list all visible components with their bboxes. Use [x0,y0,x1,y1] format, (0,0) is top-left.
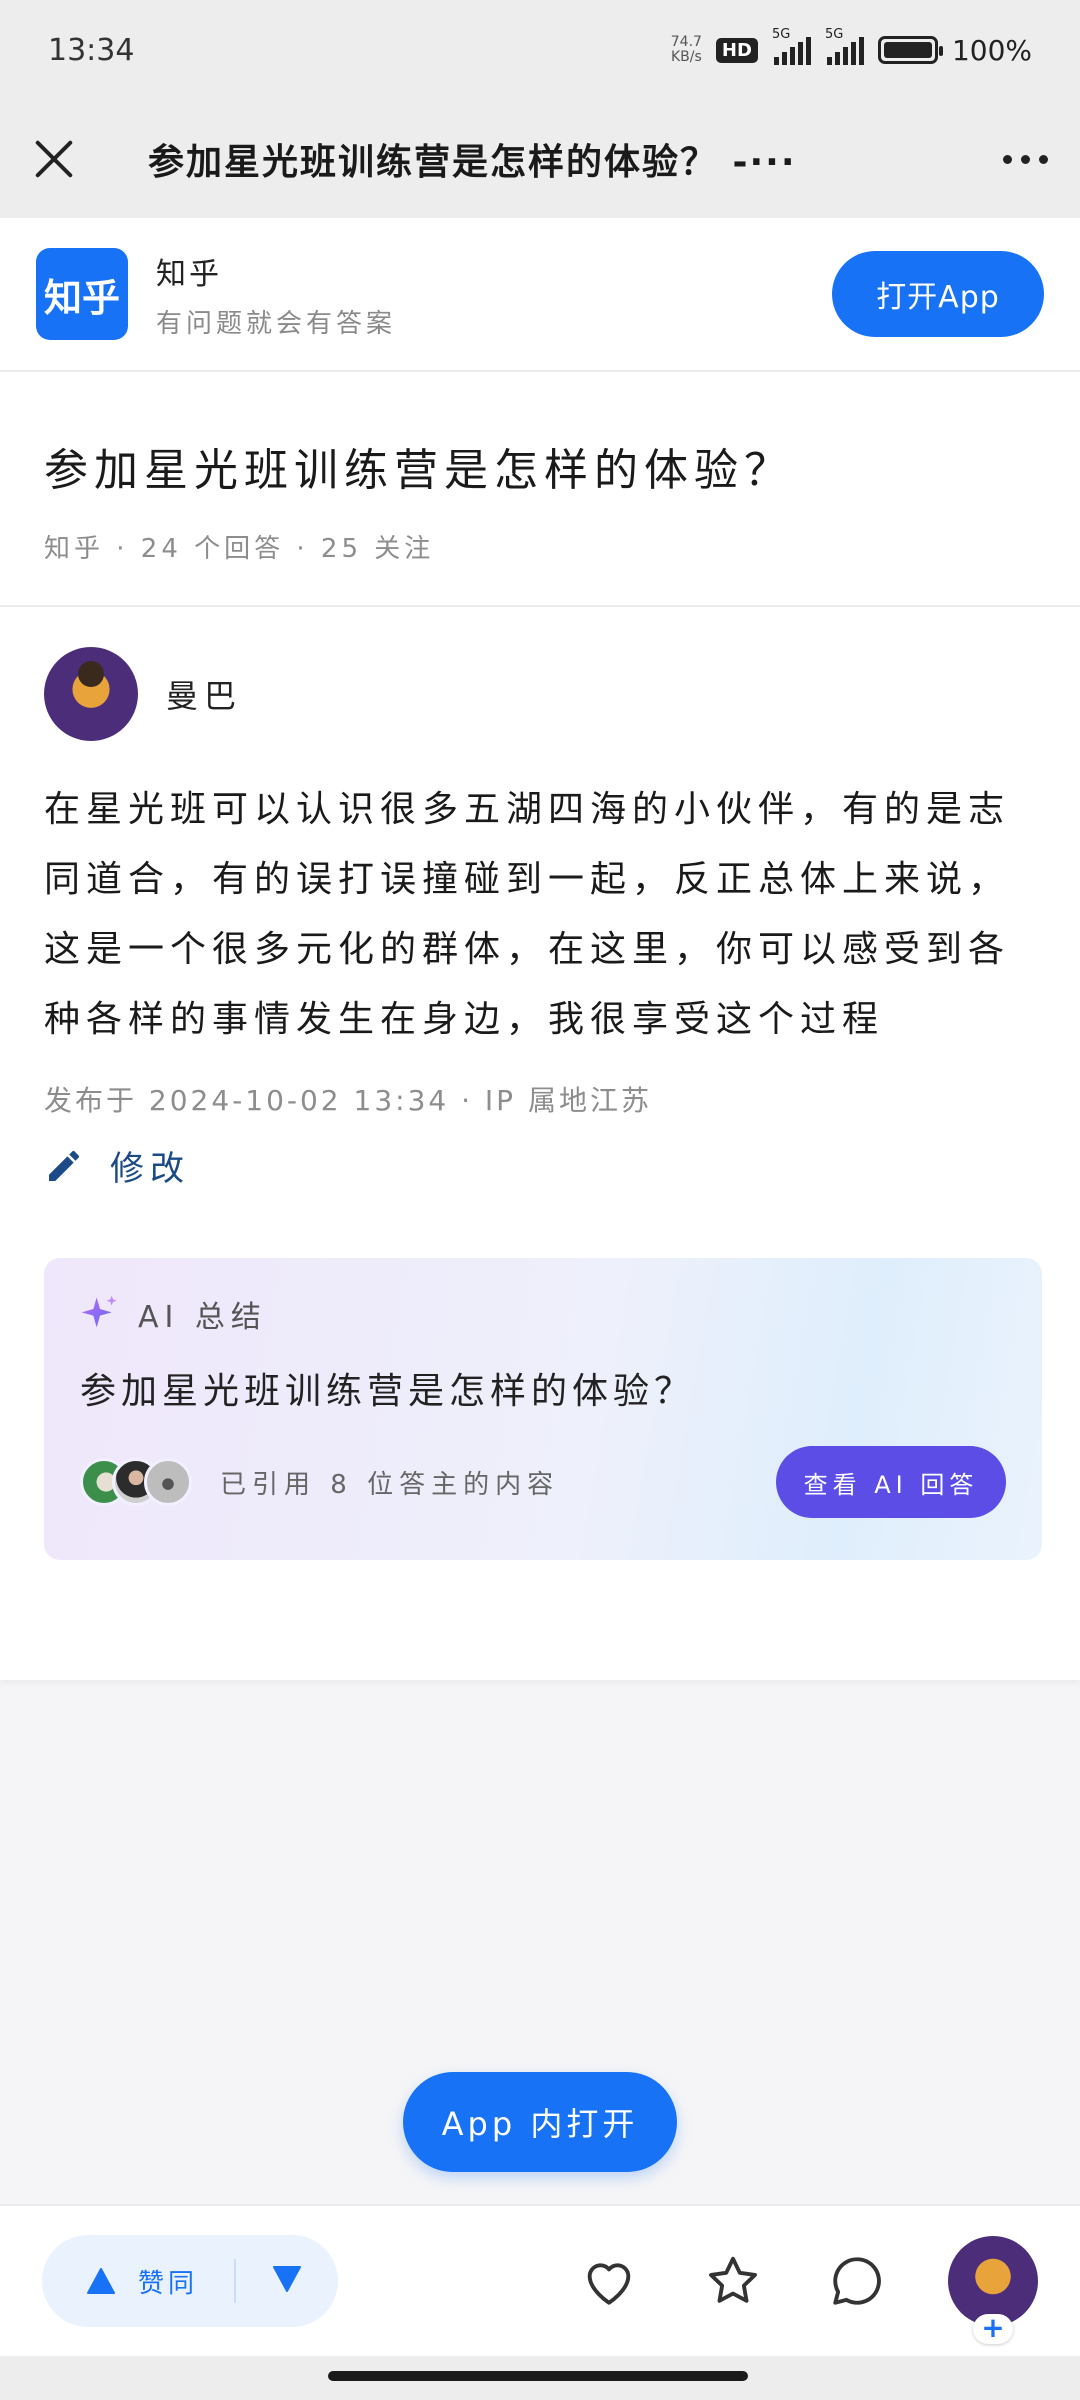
vote-up-icon [87,2268,115,2294]
status-bar: 13:34 74.7 KB/s HD 5G 5G 100% [0,0,1080,100]
author-row[interactable]: 曼巴 [44,647,1036,741]
vote-divider [234,2259,237,2303]
network-speed: 74.7 KB/s [670,34,702,65]
gesture-area [0,2356,1080,2400]
ai-citation-text: 已引用 8 位答主的内容 [220,1469,560,1500]
app-banner: 知乎 知乎 有问题就会有答案 打开App [0,218,1080,372]
vote-up-button[interactable]: 赞同 [86,2263,198,2300]
avatar [144,1458,192,1506]
publish-info: 发布于 2024-10-02 13:34 · IP 属地江苏 [44,1084,652,1117]
comment-icon[interactable] [828,2252,886,2310]
battery-icon [877,36,943,64]
view-ai-answer-button[interactable]: 查看 AI 回答 [776,1446,1006,1518]
home-indicator[interactable] [328,2371,748,2381]
vote-pill: 赞同 [42,2235,338,2327]
signal-icon: 5G [772,27,811,65]
bottom-action-bar: 赞同 + [0,2204,1080,2356]
question-title[interactable]: 参加星光班训练营是怎样的体验？ [44,434,1036,498]
answer-card: 曼巴 在星光班可以认识很多五湖四海的小伙伴，有的是志同道合，有的误打误撞碰到一起… [0,607,1080,1680]
hd-badge: HD [715,37,758,63]
banner-slogan: 有问题就会有答案 [156,308,397,339]
vote-up-label: 赞同 [138,2268,199,2299]
close-icon[interactable] [32,137,76,181]
avatar[interactable]: + [948,2236,1038,2344]
ai-summary-question: 参加星光班训练营是怎样的体验？ [80,1371,696,1412]
avatar[interactable] [44,647,138,741]
vote-down-button[interactable] [272,2265,302,2297]
signal-icon-2: 5G [825,27,864,65]
status-icons: 74.7 KB/s HD 5G 5G 100% [670,27,1032,67]
cited-avatars [80,1458,192,1506]
sparkle-icon [81,1295,117,1328]
title-bar: 参加星光班训练营是怎样的体验？ -··· [0,100,1080,218]
status-time: 13:34 [48,32,135,68]
question-card[interactable]: 参加星光班训练营是怎样的体验？ 知乎 · 24 个回答 · 25 关注 [0,372,1080,607]
star-icon[interactable] [704,2252,762,2310]
battery-percent: 100% [951,33,1032,67]
open-in-app-button[interactable]: App 内打开 [403,2072,677,2172]
edit-button[interactable]: 修改 [44,1141,1036,1190]
page-title: 参加星光班训练营是怎样的体验？ -··· [148,142,797,183]
ai-summary-card[interactable]: AI 总结 参加星光班训练营是怎样的体验？ 已引用 8 位答主的内容 查看 AI… [44,1258,1042,1560]
open-app-button[interactable]: 打开App [832,251,1044,337]
edit-label: 修改 [110,1149,190,1189]
heart-icon[interactable] [580,2252,638,2310]
zhihu-logo: 知乎 [36,248,128,340]
vote-down-icon [273,2266,302,2292]
plus-icon[interactable]: + [973,2314,1013,2344]
pencil-icon [49,1150,80,1181]
banner-app-name: 知乎 [156,256,222,292]
author-name[interactable]: 曼巴 [166,671,242,717]
question-meta: 知乎 · 24 个回答 · 25 关注 [44,534,435,564]
ai-summary-header: AI 总结 [138,1300,267,1335]
answer-body: 在星光班可以认识很多五湖四海的小伙伴，有的是志同道合，有的误打误撞碰到一起，反正… [44,789,1011,1040]
more-icon[interactable] [1003,154,1048,164]
